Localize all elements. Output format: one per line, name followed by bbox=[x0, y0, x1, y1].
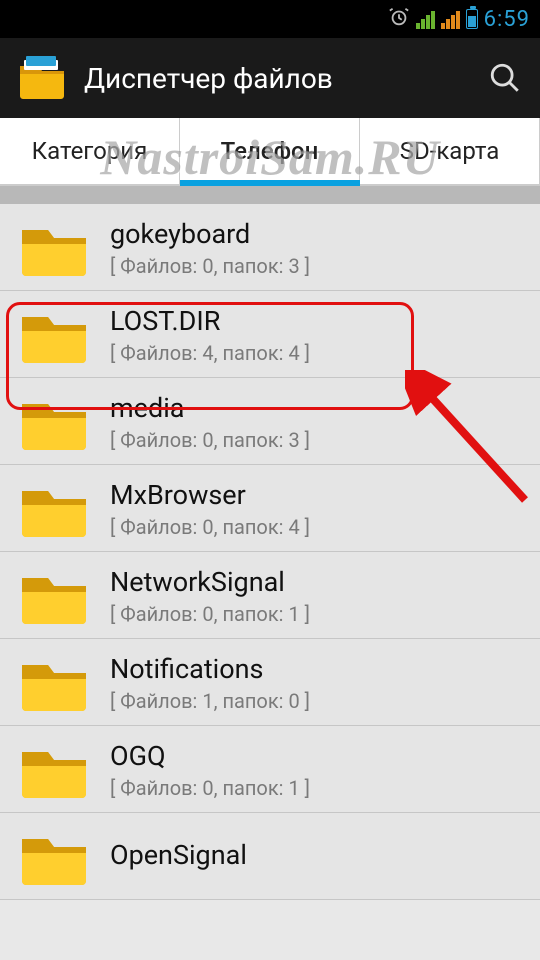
page-title: Диспетчер файлов bbox=[84, 62, 470, 95]
search-icon[interactable] bbox=[488, 61, 522, 95]
signal-sim2-icon bbox=[441, 9, 460, 29]
file-row-text: OpenSignal bbox=[110, 839, 247, 875]
tab-category[interactable]: Категория bbox=[0, 118, 180, 184]
folder-icon bbox=[18, 218, 90, 278]
folder-icon bbox=[18, 305, 90, 365]
folder-icon bbox=[18, 392, 90, 452]
file-name: OGQ bbox=[110, 740, 310, 772]
file-meta: [ Файлов: 1, папок: 0 ] bbox=[110, 689, 310, 713]
file-name: MxBrowser bbox=[110, 479, 310, 511]
file-row[interactable]: OGQ [ Файлов: 0, папок: 1 ] bbox=[0, 726, 540, 813]
file-name: gokeyboard bbox=[110, 218, 310, 250]
file-row-text: LOST.DIR [ Файлов: 4, папок: 4 ] bbox=[110, 305, 310, 365]
file-meta: [ Файлов: 0, папок: 4 ] bbox=[110, 515, 310, 539]
battery-icon bbox=[466, 9, 478, 29]
file-row[interactable]: OpenSignal bbox=[0, 813, 540, 900]
folder-icon bbox=[18, 827, 90, 887]
file-name: Notifications bbox=[110, 653, 310, 685]
file-name: LOST.DIR bbox=[110, 305, 310, 337]
tab-phone[interactable]: Телефон bbox=[180, 118, 360, 184]
tab-sdcard[interactable]: SD-карта bbox=[360, 118, 540, 184]
file-row-text: media [ Файлов: 0, папок: 3 ] bbox=[110, 392, 310, 452]
file-row-text: Notifications [ Файлов: 1, папок: 0 ] bbox=[110, 653, 310, 713]
file-row[interactable]: gokeyboard [ Файлов: 0, папок: 3 ] bbox=[0, 204, 540, 291]
file-name: OpenSignal bbox=[110, 839, 247, 871]
tab-indicator bbox=[180, 180, 360, 186]
signal-sim1-icon bbox=[416, 9, 435, 29]
status-bar: 6:59 bbox=[0, 0, 540, 38]
file-row-text: MxBrowser [ Файлов: 0, папок: 4 ] bbox=[110, 479, 310, 539]
file-meta: [ Файлов: 0, папок: 3 ] bbox=[110, 428, 310, 452]
file-meta: [ Файлов: 0, папок: 3 ] bbox=[110, 254, 310, 278]
file-row[interactable]: LOST.DIR [ Файлов: 4, папок: 4 ] bbox=[0, 291, 540, 378]
tabs: Категория Телефон SD-карта bbox=[0, 118, 540, 186]
folder-icon bbox=[18, 479, 90, 539]
folder-icon bbox=[18, 740, 90, 800]
file-list[interactable]: gokeyboard [ Файлов: 0, папок: 3 ] LOST.DI… bbox=[0, 204, 540, 900]
file-row[interactable]: NetworkSignal [ Файлов: 0, папок: 1 ] bbox=[0, 552, 540, 639]
file-name: media bbox=[110, 392, 310, 424]
file-row[interactable]: MxBrowser [ Файлов: 0, папок: 4 ] bbox=[0, 465, 540, 552]
folder-icon bbox=[18, 566, 90, 626]
alarm-icon bbox=[388, 6, 410, 32]
file-meta: [ Файлов: 0, папок: 1 ] bbox=[110, 602, 310, 626]
title-bar: Диспетчер файлов bbox=[0, 38, 540, 118]
folder-icon bbox=[18, 653, 90, 713]
app-folder-icon bbox=[18, 56, 66, 100]
file-row-text: gokeyboard [ Файлов: 0, папок: 3 ] bbox=[110, 218, 310, 278]
file-row-text: NetworkSignal [ Файлов: 0, папок: 1 ] bbox=[110, 566, 310, 626]
file-row[interactable]: media [ Файлов: 0, папок: 3 ] bbox=[0, 378, 540, 465]
file-row-text: OGQ [ Файлов: 0, папок: 1 ] bbox=[110, 740, 310, 800]
status-time: 6:59 bbox=[484, 7, 530, 32]
file-meta: [ Файлов: 0, папок: 1 ] bbox=[110, 776, 310, 800]
file-meta: [ Файлов: 4, папок: 4 ] bbox=[110, 341, 310, 365]
scroll-strip[interactable] bbox=[0, 186, 540, 204]
file-row[interactable]: Notifications [ Файлов: 1, папок: 0 ] bbox=[0, 639, 540, 726]
file-name: NetworkSignal bbox=[110, 566, 310, 598]
